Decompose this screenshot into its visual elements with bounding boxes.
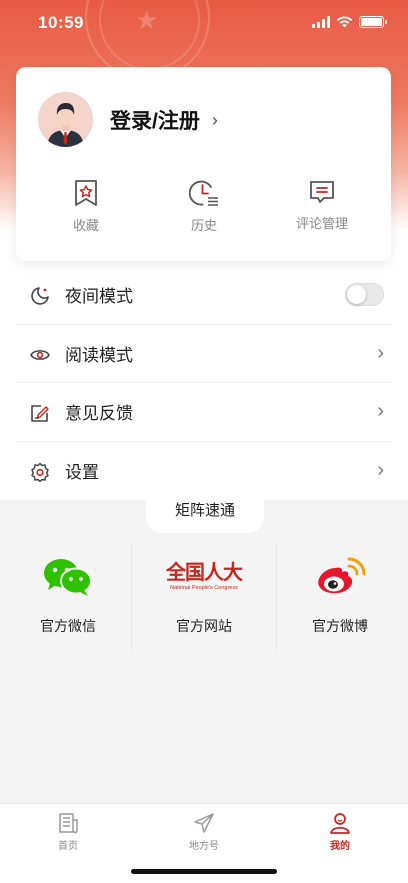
- official-website-link[interactable]: 全国人大 National People's Congress 官方网站: [136, 544, 272, 650]
- weibo-icon: [318, 557, 365, 594]
- quick-action-label: 历史: [190, 218, 217, 233]
- profile-card: 登录/注册 › 收藏 历史 评论管理: [16, 67, 391, 261]
- settings-menu: 夜间模式 阅读模式 › 意见反馈 › 设置 ›: [16, 266, 392, 500]
- tab-label: 地方号: [189, 841, 219, 852]
- tab-label: 首页: [58, 841, 78, 852]
- npc-logo-text: 全国人大: [166, 562, 243, 584]
- status-icons: [312, 16, 387, 28]
- menu-item-night-mode[interactable]: 夜间模式: [16, 266, 392, 325]
- quick-action-label: 收藏: [72, 218, 99, 233]
- wifi-icon: [336, 16, 353, 28]
- home-indicator[interactable]: [131, 869, 277, 874]
- npc-logo-icon: 全国人大 National People's Congress: [136, 554, 272, 600]
- matrix-link-label: 官方微博: [312, 618, 368, 634]
- menu-item-label: 设置: [65, 463, 99, 483]
- matrix-section: 矩阵速通 官方微信 全国人大 National People's Congres…: [0, 497, 408, 803]
- matrix-links: 官方微信 全国人大 National People's Congress 官方网…: [0, 544, 408, 650]
- tab-mine[interactable]: 我的: [300, 812, 380, 852]
- quick-action-label: 评论管理: [295, 216, 348, 231]
- newspaper-icon: [59, 813, 78, 834]
- night-mode-toggle[interactable]: [345, 283, 384, 307]
- cellular-signal-icon: [312, 16, 330, 28]
- avatar-person-icon: [38, 92, 93, 147]
- chevron-right-icon: ›: [211, 109, 218, 130]
- comment-icon: [310, 181, 334, 203]
- gear-icon: [31, 462, 49, 482]
- menu-item-label: 意见反馈: [65, 404, 133, 424]
- official-weibo-link[interactable]: 官方微博: [272, 544, 408, 650]
- menu-item-label: 夜间模式: [65, 287, 133, 307]
- menu-item-label: 阅读模式: [65, 345, 133, 365]
- feedback-icon: [31, 405, 49, 422]
- login-register-label: 登录/注册: [110, 110, 200, 133]
- matrix-title: 矩阵速通: [146, 497, 264, 533]
- status-bar: 10:59: [0, 0, 408, 46]
- quick-action-history[interactable]: 历史: [164, 179, 244, 234]
- menu-item-feedback[interactable]: 意见反馈 ›: [16, 383, 392, 442]
- login-register-link[interactable]: 登录/注册 ›: [110, 105, 218, 135]
- eye-icon: [30, 349, 50, 360]
- chevron-right-icon: ›: [377, 341, 384, 364]
- divider: [131, 544, 132, 650]
- bookmark-star-icon: [75, 180, 97, 206]
- tab-label: 我的: [330, 841, 350, 852]
- menu-item-settings[interactable]: 设置 ›: [16, 442, 392, 501]
- user-icon: [330, 813, 350, 834]
- quick-action-comments[interactable]: 评论管理: [282, 179, 362, 232]
- matrix-link-label: 官方网站: [176, 618, 232, 634]
- wechat-icon: [44, 559, 92, 596]
- moon-icon: [31, 287, 49, 305]
- battery-icon: [359, 16, 387, 28]
- quick-actions: 收藏 历史 评论管理: [16, 179, 391, 249]
- tab-local[interactable]: 地方号: [164, 812, 244, 852]
- official-wechat-link[interactable]: 官方微信: [0, 544, 136, 650]
- chevron-right-icon: ›: [377, 459, 384, 482]
- clock-history-icon: [189, 180, 218, 206]
- status-time: 10:59: [38, 13, 84, 32]
- npc-logo-subtext: National People's Congress: [170, 585, 238, 591]
- paper-plane-icon: [194, 813, 214, 833]
- tab-home[interactable]: 首页: [28, 812, 108, 852]
- quick-action-favorites[interactable]: 收藏: [46, 179, 126, 234]
- avatar[interactable]: [38, 92, 93, 147]
- menu-item-reading-mode[interactable]: 阅读模式 ›: [16, 325, 392, 383]
- matrix-link-label: 官方微信: [40, 618, 96, 634]
- chevron-right-icon: ›: [377, 400, 384, 423]
